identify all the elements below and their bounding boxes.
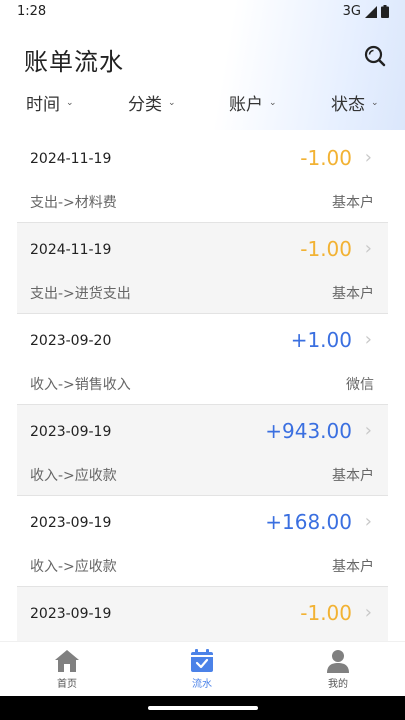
transaction-row[interactable]: 2023-09-20 +1.00 › 收入->销售收入 微信 — [17, 314, 388, 405]
transaction-list: 2024-11-19 -1.00 › 支出->材料费 基本户 2024-11-1… — [17, 132, 388, 643]
tab-mine[interactable]: 我的 — [298, 649, 378, 690]
chevron-right-icon: › — [364, 238, 372, 259]
transaction-account: 基本户 — [332, 468, 374, 484]
header: 账单流水 — [0, 36, 405, 80]
chevron-right-icon: › — [364, 420, 372, 441]
tab-home[interactable]: 首页 — [27, 649, 107, 690]
transaction-category: 收入->应收款 — [30, 559, 117, 575]
transaction-date: 2023-09-20 — [30, 333, 112, 349]
transaction-date: 2023-09-19 — [30, 606, 112, 622]
search-button[interactable] — [363, 44, 387, 68]
calendar-check-icon — [191, 649, 213, 672]
chevron-right-icon: › — [364, 602, 372, 623]
tab-label: 首页 — [57, 679, 77, 690]
transaction-account: 基本户 — [332, 286, 374, 302]
search-icon — [364, 45, 386, 67]
filter-account[interactable]: 账户 ⌄ — [229, 90, 277, 115]
transaction-row[interactable]: 2024-11-19 -1.00 › 支出->材料费 基本户 — [17, 132, 388, 223]
transaction-date: 2023-09-19 — [30, 424, 112, 440]
status-time: 1:28 — [17, 4, 47, 19]
filter-label: 分类 — [128, 95, 162, 115]
chevron-down-icon: ⌄ — [269, 97, 277, 108]
transaction-amount: -1.00 — [300, 237, 352, 261]
tab-flow[interactable]: 流水 — [162, 649, 242, 690]
bottom-tab-bar: 首页 流水 我的 — [0, 641, 405, 697]
filter-time[interactable]: 时间 ⌄ — [26, 90, 74, 115]
battery-icon — [381, 5, 389, 18]
transaction-date: 2023-09-19 — [30, 515, 112, 531]
filter-label: 账户 — [229, 95, 263, 115]
chevron-down-icon: ⌄ — [371, 97, 379, 108]
transaction-date: 2024-11-19 — [30, 151, 112, 167]
page-title: 账单流水 — [24, 48, 124, 76]
filter-status[interactable]: 状态 ⌄ — [331, 90, 379, 115]
signal-icon — [365, 5, 377, 18]
chevron-right-icon: › — [364, 511, 372, 532]
transaction-account: 微信 — [346, 377, 374, 393]
transaction-amount: +1.00 — [290, 328, 352, 352]
chevron-right-icon: › — [364, 329, 372, 350]
tab-label: 我的 — [328, 679, 348, 690]
filter-label: 时间 — [26, 95, 60, 115]
transaction-amount: +168.00 — [265, 510, 352, 534]
chevron-down-icon: ⌄ — [66, 97, 74, 108]
chevron-right-icon: › — [364, 147, 372, 168]
network-type: 3G — [342, 4, 361, 19]
status-icons: 3G — [343, 4, 389, 19]
transaction-account: 基本户 — [332, 559, 374, 575]
transaction-row[interactable]: 2023-09-19 +943.00 › 收入->应收款 基本户 — [17, 405, 388, 496]
system-navigation-bar — [0, 696, 405, 720]
transaction-amount: +943.00 — [265, 419, 352, 443]
transaction-amount: -1.00 — [300, 146, 352, 170]
person-icon — [327, 650, 349, 673]
home-icon — [55, 650, 79, 672]
transaction-category: 支出->材料费 — [30, 195, 117, 211]
transaction-amount: -1.00 — [300, 601, 352, 625]
transaction-category: 支出->进货支出 — [30, 286, 131, 302]
transaction-date: 2024-11-19 — [30, 242, 112, 258]
transaction-row[interactable]: 2023-09-19 -1.00 › — [17, 587, 388, 643]
transaction-account: 基本户 — [332, 195, 374, 211]
transaction-category: 收入->销售收入 — [30, 377, 131, 393]
transaction-row[interactable]: 2024-11-19 -1.00 › 支出->进货支出 基本户 — [17, 223, 388, 314]
filter-bar: 时间 ⌄ 分类 ⌄ 账户 ⌄ 状态 ⌄ — [0, 90, 405, 120]
transaction-category: 收入->应收款 — [30, 468, 117, 484]
home-gesture-handle[interactable] — [148, 706, 258, 710]
filter-category[interactable]: 分类 ⌄ — [128, 90, 176, 115]
transaction-row[interactable]: 2023-09-19 +168.00 › 收入->应收款 基本户 — [17, 496, 388, 587]
chevron-down-icon: ⌄ — [168, 97, 176, 108]
filter-label: 状态 — [331, 95, 365, 115]
status-bar: 1:28 3G — [0, 0, 405, 24]
tab-label: 流水 — [192, 679, 212, 690]
